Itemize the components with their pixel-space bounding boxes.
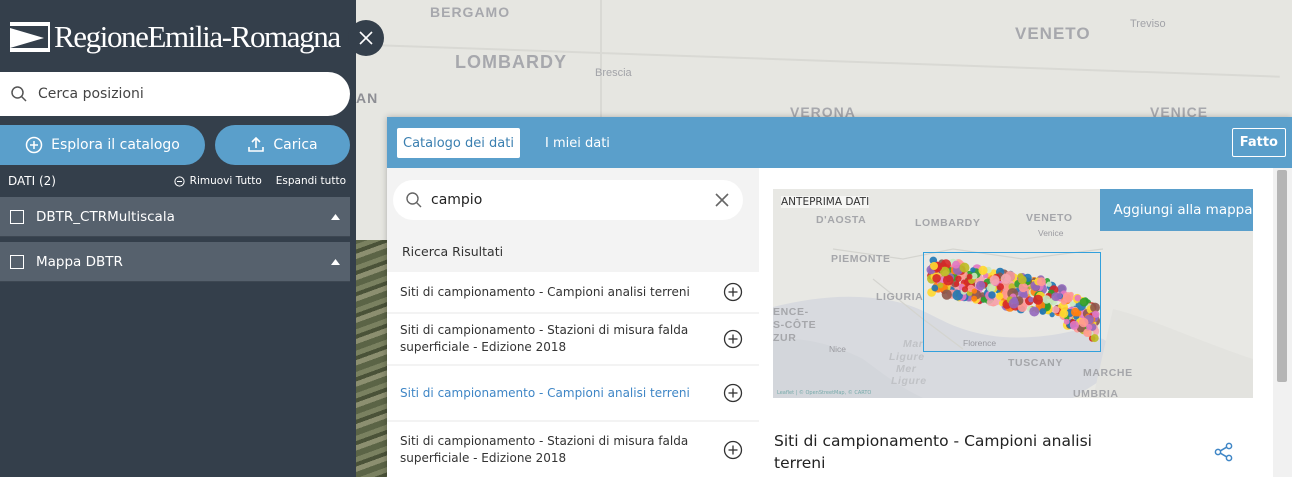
- map-attribution[interactable]: Leaflet | © OpenStreetMap, © CARTO: [777, 390, 871, 396]
- layer-checkbox[interactable]: [10, 254, 24, 269]
- remove-all-button[interactable]: Rimuovi Tutto: [174, 175, 262, 187]
- location-search-input[interactable]: [38, 86, 318, 102]
- layers-header: DATI (2) Rimuovi Tutto Espandi tutto: [8, 174, 346, 188]
- layer-checkbox[interactable]: [10, 209, 24, 224]
- remove-all-label: Rimuovi Tutto: [189, 175, 262, 187]
- share-icon[interactable]: [1213, 441, 1235, 463]
- layers-count: DATI (2): [8, 174, 56, 188]
- tab-data-catalog[interactable]: Catalogo dei dati: [397, 128, 520, 158]
- explore-catalog-button[interactable]: Esplora il catalogo: [0, 125, 205, 165]
- close-icon: [715, 193, 729, 207]
- layer-group-name: Mappa DBTR: [36, 253, 123, 270]
- map-region-label: VENETO: [1015, 24, 1091, 43]
- sidebar: RegioneEmilia-Romagna Esplora il catalog…: [0, 0, 356, 477]
- dataset-extent-box: [923, 252, 1101, 352]
- close-sidebar-button[interactable]: [348, 20, 384, 56]
- catalog-toolbar: Catalogo dei dati I miei dati Fatto: [387, 117, 1292, 168]
- add-to-map-button[interactable]: Aggiungi alla mappa: [1100, 189, 1253, 231]
- upload-icon: [248, 137, 265, 152]
- search-result-title: Siti di campionamento - Stazioni di misu…: [400, 323, 689, 354]
- search-result[interactable]: Siti di campionamento - Campioni analisi…: [387, 366, 759, 420]
- record-preview: D'AOSTA LOMBARDY VENETO PIEMONTE LIGURIA…: [759, 168, 1273, 477]
- add-circle-icon[interactable]: [723, 329, 743, 349]
- clear-search-button[interactable]: [715, 188, 729, 212]
- catalog-search[interactable]: [393, 180, 743, 220]
- search-icon: [406, 192, 422, 208]
- location-search[interactable]: [0, 72, 350, 116]
- search-result-title: Siti di campionamento - Stazioni di misu…: [400, 433, 689, 465]
- caret-up-icon[interactable]: [331, 258, 340, 265]
- region-logo-icon: [8, 16, 52, 56]
- search-result[interactable]: Siti di campionamento - Campioni analisi…: [387, 272, 759, 312]
- explore-catalog-label: Esplora il catalogo: [51, 137, 180, 153]
- plus-circle-icon: [25, 136, 43, 154]
- caret-up-icon[interactable]: [331, 213, 340, 220]
- search-result[interactable]: Siti di campionamento - Stazioni di misu…: [387, 422, 759, 477]
- tab-my-data[interactable]: I miei dati: [539, 128, 616, 158]
- map-city-label: Brescia: [595, 67, 632, 79]
- upload-label: Carica: [273, 137, 318, 153]
- layer-group[interactable]: Mappa DBTR: [0, 242, 350, 282]
- search-icon: [11, 86, 27, 102]
- layer-group[interactable]: DBTR_CTRMultiscala: [0, 197, 350, 237]
- map-region-label: LOMBARDY: [455, 52, 567, 72]
- map-region-label: BERGAMO: [430, 4, 511, 20]
- upload-button[interactable]: Carica: [215, 125, 350, 165]
- satellite-imagery: [350, 240, 390, 477]
- done-button[interactable]: Fatto: [1231, 128, 1286, 157]
- catalog-scrollbar[interactable]: [1273, 168, 1292, 477]
- search-result-title: Siti di campionamento - Campioni analisi…: [400, 385, 690, 400]
- catalog-panel: Catalogo dei dati I miei dati Fatto Rice…: [387, 117, 1292, 477]
- search-results-column: Ricerca Risultati Siti di campionamento …: [387, 168, 759, 477]
- search-result[interactable]: Siti di campionamento - Stazioni di misu…: [387, 314, 759, 364]
- catalog-search-input[interactable]: [431, 192, 711, 208]
- search-result-title: Siti di campionamento - Campioni analisi…: [400, 284, 690, 299]
- preview-tag: ANTEPRIMA DATI: [781, 196, 870, 208]
- logo-text: RegioneEmilia-Romagna: [54, 18, 341, 54]
- preview-map: D'AOSTA LOMBARDY VENETO PIEMONTE LIGURIA…: [773, 189, 1253, 398]
- map-road: [600, 0, 602, 120]
- logo: RegioneEmilia-Romagna: [8, 13, 341, 59]
- scrollbar-thumb[interactable]: [1277, 170, 1287, 382]
- map-city-label: Treviso: [1130, 18, 1166, 30]
- minus-circle-icon: [174, 175, 185, 187]
- expand-all-button[interactable]: Espandi tutto: [276, 175, 346, 187]
- close-icon: [359, 31, 373, 45]
- map-region-label: AN: [356, 90, 379, 106]
- results-title: Ricerca Risultati: [402, 244, 504, 259]
- record-title: Siti di campionamento - Campioni analisi…: [774, 432, 1092, 472]
- add-circle-icon[interactable]: [723, 282, 743, 302]
- add-circle-icon[interactable]: [723, 383, 743, 403]
- add-circle-icon[interactable]: [723, 440, 743, 460]
- layer-group-name: DBTR_CTRMultiscala: [36, 208, 175, 225]
